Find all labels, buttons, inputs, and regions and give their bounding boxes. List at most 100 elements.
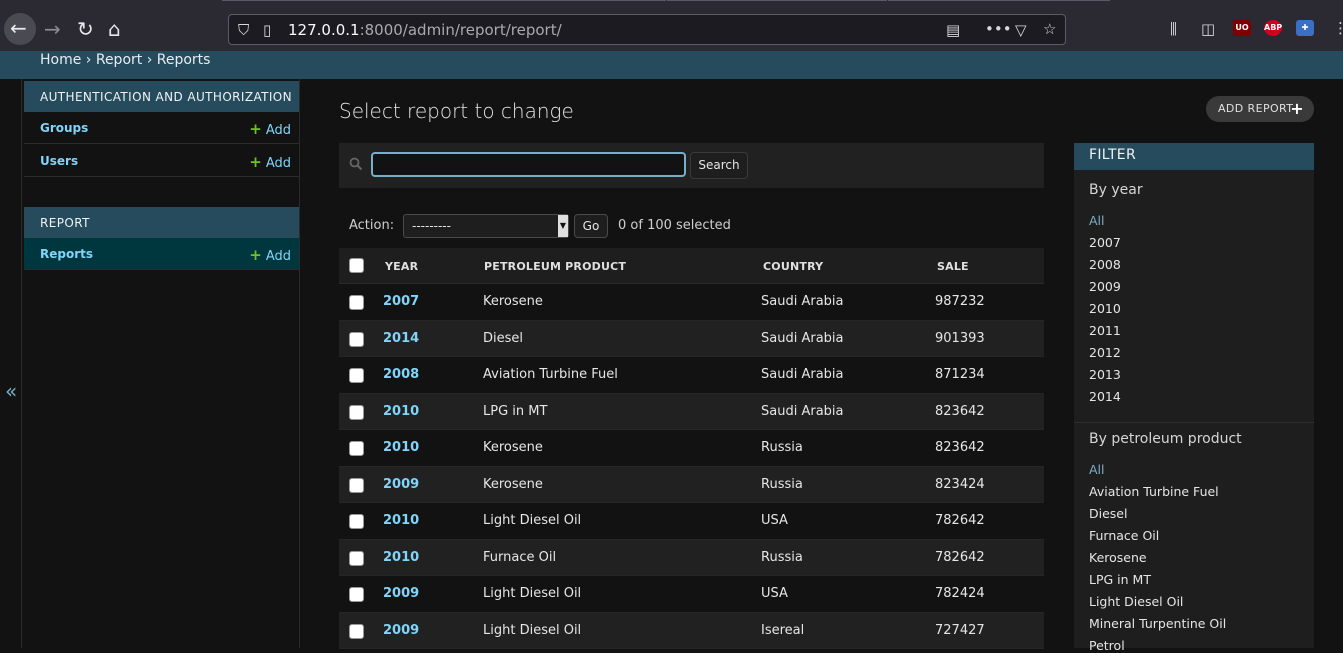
page-icon[interactable]: ▯ <box>263 22 271 38</box>
year-link[interactable]: 2010 <box>383 513 419 528</box>
forward-icon[interactable]: → <box>44 19 61 39</box>
table-row: 2010 LPG in MT Saudi Arabia 823642 <box>339 393 1044 430</box>
year-link[interactable]: 2007 <box>383 294 419 309</box>
filter-option[interactable]: All <box>1089 462 1105 477</box>
row-checkbox[interactable] <box>349 441 364 456</box>
adblock-icon[interactable]: ABP <box>1264 20 1282 36</box>
row-checkbox[interactable] <box>349 587 364 602</box>
column-header-product[interactable]: PETROLEUM PRODUCT <box>484 260 626 273</box>
year-link[interactable]: 2009 <box>383 586 419 601</box>
year-link[interactable]: 2009 <box>383 477 419 492</box>
filter-option[interactable]: Kerosene <box>1089 550 1147 565</box>
filter-option[interactable]: Mineral Turpentine Oil <box>1089 616 1226 631</box>
home-icon[interactable]: ⌂ <box>108 19 121 39</box>
filter-caption: FILTER <box>1074 143 1314 170</box>
row-checkbox[interactable] <box>349 331 364 347</box>
library-icon[interactable]: ⫼ <box>1170 21 1177 37</box>
module-caption-report[interactable]: REPORT <box>24 207 299 238</box>
row-checkbox[interactable] <box>349 623 364 639</box>
filter-option[interactable]: 2007 <box>1089 235 1121 250</box>
filter-option[interactable]: Diesel <box>1089 506 1127 521</box>
sidebar-toggle-icon[interactable]: ◫ <box>1201 21 1215 37</box>
row-checkbox[interactable] <box>349 404 364 420</box>
search-button[interactable]: Search <box>690 152 748 179</box>
filter-option[interactable]: 2008 <box>1089 257 1121 272</box>
filter-option[interactable]: 2011 <box>1089 323 1121 338</box>
row-checkbox[interactable] <box>349 514 364 529</box>
module-caption-auth[interactable]: AUTHENTICATION AND AUTHORIZATION <box>24 81 299 112</box>
row-checkbox[interactable] <box>349 477 364 493</box>
reports-link[interactable]: Reports <box>40 247 93 261</box>
column-header-country[interactable]: COUNTRY <box>763 260 823 273</box>
product-cell: Kerosene <box>483 440 543 455</box>
back-button[interactable]: ← <box>4 13 36 45</box>
product-cell: Kerosene <box>483 476 543 492</box>
groups-add-link[interactable]: + Add <box>249 120 291 138</box>
filter-option[interactable]: Furnace Oil <box>1089 528 1159 543</box>
tab-strip-edge <box>222 0 666 8</box>
add-report-button[interactable]: ADD REPORT + <box>1206 96 1314 122</box>
url-text[interactable]: 127.0.0.1:8000/admin/report/report/ <box>288 21 562 39</box>
add-label: Add <box>265 249 291 264</box>
sale-cell: 782642 <box>935 513 985 528</box>
address-bar[interactable]: ⛉ ▯ 127.0.0.1:8000/admin/report/report/ … <box>228 14 1066 45</box>
search-input[interactable] <box>371 152 686 177</box>
users-link[interactable]: Users <box>40 154 78 168</box>
shield-icon[interactable]: ⛉ <box>238 22 249 38</box>
row-checkbox[interactable] <box>349 368 364 383</box>
more-icon[interactable]: ••• <box>985 21 1012 37</box>
extension-icon[interactable]: ✚ <box>1296 20 1314 36</box>
back-arrow-icon: ← <box>10 16 27 40</box>
product-cell: Aviation Turbine Fuel <box>483 367 618 382</box>
sale-cell: 823642 <box>935 403 985 419</box>
filter-option[interactable]: 2014 <box>1089 389 1121 404</box>
go-button[interactable]: Go <box>574 214 608 238</box>
row-checkbox[interactable] <box>349 295 364 310</box>
ublock-icon[interactable]: UO <box>1233 20 1251 36</box>
select-all-checkbox[interactable] <box>349 258 364 273</box>
filter-option[interactable]: Petrol <box>1089 638 1125 653</box>
reports-add-link[interactable]: + Add <box>249 246 291 264</box>
users-add-link[interactable]: + Add <box>249 153 291 171</box>
groups-link[interactable]: Groups <box>40 121 88 135</box>
collapse-chevron-icon: « <box>5 379 18 403</box>
table-row: 2009 Kerosene Russia 823424 <box>339 466 1044 503</box>
module-caption-label: AUTHENTICATION AND AUTHORIZATION <box>40 90 293 104</box>
sale-cell: 901393 <box>935 330 985 346</box>
pocket-icon[interactable]: ▽ <box>1015 22 1027 38</box>
year-link[interactable]: 2014 <box>383 331 419 346</box>
year-link[interactable]: 2010 <box>383 404 419 419</box>
nav-sidebar-toggle[interactable]: « <box>0 79 22 648</box>
action-select[interactable]: --------- ▼ <box>403 214 569 238</box>
filter-option[interactable]: Light Diesel Oil <box>1089 594 1183 609</box>
row-checkbox[interactable] <box>349 550 364 566</box>
filter-heading-product: By petroleum product <box>1089 431 1242 447</box>
filter-option[interactable]: LPG in MT <box>1089 572 1151 587</box>
year-link[interactable]: 2009 <box>383 623 419 638</box>
filter-option[interactable]: 2013 <box>1089 367 1121 382</box>
filter-option[interactable]: 2009 <box>1089 279 1121 294</box>
filter-option[interactable]: All <box>1089 213 1105 228</box>
nav-sidebar: AUTHENTICATION AND AUTHORIZATION Groups … <box>23 79 300 648</box>
reload-icon[interactable]: ↻ <box>77 19 94 39</box>
sidebar-item-groups: Groups + Add <box>24 112 299 144</box>
year-link[interactable]: 2010 <box>383 550 419 565</box>
country-cell: Saudi Arabia <box>761 367 844 382</box>
column-header-year[interactable]: YEAR <box>385 260 418 273</box>
bookmark-star-icon[interactable]: ☆ <box>1043 21 1056 37</box>
table-body: 2007 Kerosene Saudi Arabia 987232 2014 Diesel… <box>339 284 1044 649</box>
reader-view-icon[interactable]: ▤ <box>946 22 960 38</box>
country-cell: Saudi Arabia <box>761 294 844 309</box>
year-link[interactable]: 2008 <box>383 367 419 382</box>
menu-icon[interactable]: ⋮ <box>1333 20 1343 36</box>
filter-option[interactable]: Aviation Turbine Fuel <box>1089 484 1219 499</box>
filter-option[interactable]: 2012 <box>1089 345 1121 360</box>
breadcrumb[interactable]: Home › Report › Reports <box>40 52 210 68</box>
sale-cell: 823642 <box>935 440 985 455</box>
column-header-sale[interactable]: SALE <box>937 260 969 273</box>
product-cell: Diesel <box>483 330 524 346</box>
url-host: 127.0.0.1 <box>288 21 360 39</box>
sale-cell: 987232 <box>935 294 985 309</box>
year-link[interactable]: 2010 <box>383 440 419 455</box>
filter-option[interactable]: 2010 <box>1089 301 1121 316</box>
